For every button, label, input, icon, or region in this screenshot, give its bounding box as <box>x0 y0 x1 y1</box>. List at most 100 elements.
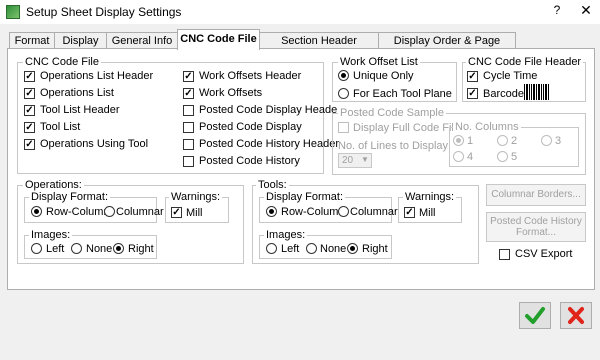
radio-tools-images-right[interactable] <box>347 243 358 254</box>
no-columns-label: No. Columns <box>453 121 521 133</box>
label-column-5: 5 <box>511 151 518 163</box>
tab-display[interactable]: Display <box>54 32 107 49</box>
label-for-each-tool-plane: For Each Tool Plane <box>353 88 452 100</box>
checkbox-operations-using-tool[interactable]: ✓ <box>24 139 35 150</box>
checkbox-posted-code-display[interactable] <box>183 122 194 133</box>
checkbox-operations-mill[interactable]: ✓ <box>171 207 182 218</box>
columnar-borders-button[interactable]: Columnar Borders... <box>486 184 586 206</box>
radio-operations-images-left[interactable] <box>31 243 42 254</box>
radio-tools-columnar[interactable] <box>338 206 349 217</box>
checkbox-tool-list[interactable]: ✓ <box>24 122 35 133</box>
checkbox-posted-code-history[interactable] <box>183 156 194 167</box>
radio-operations-columnar[interactable] <box>104 206 115 217</box>
label-tools-row-column: Row-Column <box>281 206 345 218</box>
radio-for-each-tool-plane[interactable] <box>338 88 349 99</box>
radio-tools-row-column[interactable] <box>266 206 277 217</box>
label-operations-images-none: None <box>86 243 113 255</box>
radio-tools-images-none[interactable] <box>306 243 317 254</box>
radio-column-4[interactable] <box>453 151 464 162</box>
label-unique-only: Unique Only <box>353 70 414 82</box>
work-offset-list-label: Work Offset List <box>338 56 420 68</box>
label-tool-list: Tool List <box>40 121 81 133</box>
help-button[interactable]: ? <box>549 3 565 19</box>
lines-to-display-select[interactable]: 20 ▼ <box>338 153 372 168</box>
radio-tools-images-left[interactable] <box>266 243 277 254</box>
posted-code-sample-label: Posted Code Sample <box>338 107 446 119</box>
radio-column-1[interactable] <box>453 135 464 146</box>
posted-code-history-format-button[interactable]: Posted Code History Format... <box>486 212 586 242</box>
checkbox-operations-list[interactable]: ✓ <box>24 88 35 99</box>
label-operations-row-column: Row-Column <box>46 206 110 218</box>
close-button[interactable]: ✕ <box>577 2 595 20</box>
operations-display-format-label: Display Format: <box>29 191 111 203</box>
label-tools-images-none: None <box>320 243 347 255</box>
operations-label: Operations: <box>23 179 84 191</box>
tab-format[interactable]: Format <box>9 32 55 49</box>
label-posted-code-display: Posted Code Display <box>199 121 302 133</box>
label-display-full-code-file: Display Full Code File <box>353 122 460 134</box>
checkbox-display-full-code-file[interactable] <box>338 122 349 133</box>
tools-warnings-label: Warnings: <box>403 191 457 203</box>
label-column-4: 4 <box>467 151 474 163</box>
radio-unique-only[interactable] <box>338 70 349 81</box>
label-csv-export: CSV Export <box>515 248 573 260</box>
tools-images-label: Images: <box>264 229 308 241</box>
label-column-1: 1 <box>467 135 474 147</box>
radio-column-5[interactable] <box>497 151 508 162</box>
checkbox-work-offsets[interactable]: ✓ <box>183 88 194 99</box>
label-operations-images-left: Left <box>46 243 65 255</box>
tab-general-info[interactable]: General Info <box>106 32 178 49</box>
checkbox-posted-code-display-header[interactable] <box>183 105 194 116</box>
label-no-lines-to-display: No. of Lines to Display <box>338 140 449 152</box>
operations-warnings-label: Warnings: <box>169 191 223 203</box>
checkbox-tool-list-header[interactable]: ✓ <box>24 105 35 116</box>
label-work-offsets-header: Work Offsets Header <box>199 70 302 82</box>
tab-section-header-captions[interactable]: Section Header Captions <box>259 32 379 59</box>
tab-display-order-page-breaks[interactable]: Display Order & Page Breaks <box>378 32 516 59</box>
app-icon <box>6 5 20 19</box>
checkbox-cycle-time[interactable]: ✓ <box>467 71 478 82</box>
checkbox-barcode[interactable]: ✓ <box>467 88 478 99</box>
radio-operations-images-right[interactable] <box>113 243 124 254</box>
checkbox-posted-code-history-header[interactable] <box>183 139 194 150</box>
cnc-code-file-group-label: CNC Code File <box>23 56 101 68</box>
label-operations-images-right: Right <box>128 243 154 255</box>
ok-button[interactable] <box>519 302 551 329</box>
radio-operations-images-none[interactable] <box>71 243 82 254</box>
label-column-3: 3 <box>555 135 562 147</box>
label-operations-columnar: Columnar <box>116 206 164 218</box>
cnc-code-file-header-label: CNC Code File Header <box>466 56 584 68</box>
checkbox-operations-list-header[interactable]: ✓ <box>24 71 35 82</box>
label-barcode: Barcode <box>483 88 524 100</box>
tools-display-format-label: Display Format: <box>264 191 346 203</box>
posted-code-history-format-line1: Posted Code History <box>490 216 582 227</box>
cancel-button[interactable] <box>560 302 592 329</box>
label-tool-list-header: Tool List Header <box>40 104 120 116</box>
tools-label: Tools: <box>256 179 289 191</box>
checkmark-icon <box>525 307 545 324</box>
checkbox-work-offsets-header[interactable]: ✓ <box>183 71 194 82</box>
operations-images-label: Images: <box>29 229 73 241</box>
label-column-2: 2 <box>511 135 518 147</box>
label-posted-code-history-header: Posted Code History Header <box>199 138 340 150</box>
radio-column-3[interactable] <box>541 135 552 146</box>
label-operations-list: Operations List <box>40 87 114 99</box>
label-tools-images-right: Right <box>362 243 388 255</box>
radio-operations-row-column[interactable] <box>31 206 42 217</box>
label-cycle-time: Cycle Time <box>483 70 538 82</box>
label-tools-mill: Mill <box>419 207 436 219</box>
label-tools-columnar: Columnar <box>350 206 398 218</box>
x-icon <box>568 307 584 324</box>
posted-code-history-format-line2: Format... <box>515 227 556 238</box>
lines-to-display-value: 20 <box>342 155 354 166</box>
barcode-icon <box>524 84 550 100</box>
label-work-offsets: Work Offsets <box>199 87 263 99</box>
radio-column-2[interactable] <box>497 135 508 146</box>
checkbox-tools-mill[interactable]: ✓ <box>404 207 415 218</box>
chevron-down-icon: ▼ <box>361 155 369 164</box>
tab-cnc-code-file[interactable]: CNC Code File <box>177 29 260 50</box>
label-operations-mill: Mill <box>186 207 203 219</box>
label-operations-list-header: Operations List Header <box>40 70 154 82</box>
label-operations-using-tool: Operations Using Tool <box>40 138 149 150</box>
checkbox-csv-export[interactable] <box>499 249 510 260</box>
